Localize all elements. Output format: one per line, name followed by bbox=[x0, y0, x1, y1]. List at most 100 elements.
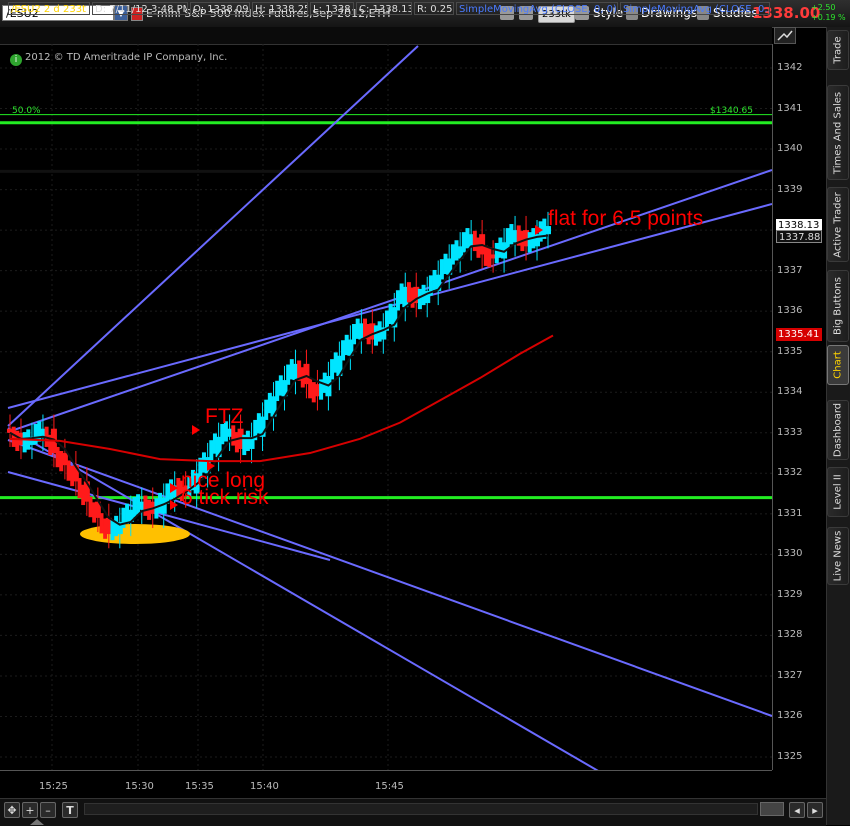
price-tick-label: 1330 bbox=[777, 548, 803, 560]
price-bar-down bbox=[11, 426, 16, 447]
scrollbar-thumb[interactable] bbox=[760, 802, 784, 816]
zoom-in-icon[interactable]: + bbox=[22, 802, 38, 818]
price-bar-up bbox=[264, 399, 269, 420]
info-low: L: 1338 bbox=[310, 2, 354, 15]
price-bar-up bbox=[461, 232, 466, 253]
price-bar-down bbox=[55, 446, 60, 468]
price-bar-down bbox=[406, 282, 411, 303]
price-tick-label: 1334 bbox=[777, 386, 803, 398]
price-tick-label: 1332 bbox=[777, 467, 803, 479]
ma-fast-price-label: 1337.88 bbox=[776, 230, 822, 243]
tab-chart[interactable]: Chart bbox=[827, 345, 849, 385]
expand-chart-button[interactable] bbox=[774, 27, 796, 44]
price-bar-down bbox=[143, 495, 148, 516]
annotation-tick-risk: 6 tick risk bbox=[181, 486, 269, 509]
copyright-notice: i 2012 © TD Ameritrade IP Company, Inc. bbox=[10, 52, 227, 66]
price-tick-label: 1331 bbox=[777, 507, 803, 519]
tab-label: Dashboard bbox=[832, 402, 844, 458]
tab-label: Trade bbox=[832, 36, 844, 64]
price-tick-label: 1340 bbox=[777, 143, 803, 155]
price-bar-up bbox=[33, 423, 38, 445]
price-bar-down bbox=[99, 513, 104, 534]
price-bar-up bbox=[439, 259, 444, 280]
price-bar-up bbox=[494, 242, 499, 264]
text-tool-icon[interactable]: T bbox=[62, 802, 78, 818]
price-tick-label: 1329 bbox=[777, 588, 803, 600]
price-bar-down bbox=[363, 318, 368, 339]
tab-label: Active Trader bbox=[832, 191, 844, 258]
tab-live-news[interactable]: Live News bbox=[827, 527, 849, 585]
price-bar-up bbox=[330, 359, 335, 380]
chart-grid bbox=[0, 44, 772, 770]
trendline bbox=[7, 439, 772, 717]
price-bar-up bbox=[165, 483, 170, 504]
scroll-left-icon[interactable]: ◂ bbox=[789, 802, 805, 818]
trendline bbox=[7, 427, 599, 770]
expand-panel-icon[interactable] bbox=[30, 819, 44, 825]
price-bar-up bbox=[341, 340, 346, 361]
scroll-right-icon[interactable]: ▸ bbox=[807, 802, 823, 818]
annotation-flat: flat for 6.5 points bbox=[548, 207, 704, 230]
price-bar-up bbox=[275, 380, 280, 402]
price-bar-up bbox=[505, 228, 510, 249]
time-tick-label: 15:45 bbox=[375, 781, 404, 792]
info-range: R: 0.25 bbox=[414, 2, 454, 15]
fib-level-label: 50.0% bbox=[12, 106, 41, 116]
price-tick-label: 1326 bbox=[777, 710, 803, 722]
tab-label: Times And Sales bbox=[832, 91, 844, 174]
price-tick-label: 1328 bbox=[777, 629, 803, 641]
study-sma-slow[interactable]: SimpleMovingAvg (CLOSE, 0... bbox=[620, 2, 770, 15]
info-high: H: 1338.25 bbox=[252, 2, 308, 15]
price-bar-up bbox=[527, 232, 532, 253]
price-bar-up bbox=[395, 290, 400, 311]
zoom-out-icon[interactable]: – bbox=[40, 802, 56, 818]
trendline bbox=[7, 45, 419, 427]
price-bar-down bbox=[472, 230, 477, 252]
ma-slow-line bbox=[9, 334, 554, 463]
price-bar-up bbox=[132, 496, 137, 518]
price-bar-down bbox=[308, 378, 313, 399]
info-icon: i bbox=[10, 54, 22, 66]
pan-icon[interactable]: ✥ bbox=[4, 802, 20, 818]
arrow-marker bbox=[192, 425, 200, 435]
copyright-text: 2012 © TD Ameritrade IP Company, Inc. bbox=[25, 52, 228, 63]
price-bar-up bbox=[352, 324, 357, 345]
price-bar-up bbox=[22, 432, 27, 453]
study-sma-fast[interactable]: SimpleMovingAvg (CLOSE, 0, 0) bbox=[456, 2, 618, 15]
info-close: C: 1338.13 bbox=[356, 2, 412, 15]
percent-change: +0.19 % bbox=[811, 13, 846, 22]
tab-level-ii[interactable]: Level II bbox=[827, 467, 849, 517]
price-tick-label: 1341 bbox=[777, 102, 803, 114]
price-tick-label: 1339 bbox=[777, 183, 803, 195]
chart-icon bbox=[777, 30, 793, 41]
horizontal-scrollbar[interactable] bbox=[84, 803, 758, 815]
tab-label: Big Buttons bbox=[832, 277, 844, 335]
price-tick-label: 1342 bbox=[777, 62, 803, 73]
tab-big-buttons[interactable]: Big Buttons bbox=[827, 270, 849, 342]
info-open: O: 1338.09 bbox=[190, 2, 250, 15]
fib-price-label: $1340.65 bbox=[710, 106, 753, 116]
info-period: /ESU2 2 d 233t bbox=[8, 2, 90, 15]
tab-active-trader[interactable]: Active Trader bbox=[827, 187, 849, 262]
price-bar-down bbox=[66, 460, 71, 481]
tab-times-and-sales[interactable]: Times And Sales bbox=[827, 85, 849, 180]
tab-label: Chart bbox=[832, 351, 844, 379]
ma-slow-price-label: 1335.41 bbox=[776, 328, 822, 341]
price-tick-label: 1325 bbox=[777, 751, 803, 762]
time-tick-label: 15:40 bbox=[250, 781, 279, 792]
price-bar-down bbox=[77, 478, 82, 499]
tab-trade[interactable]: Trade bbox=[827, 30, 849, 70]
price-bar-up bbox=[450, 244, 455, 265]
chart-info-bar bbox=[0, 27, 772, 45]
price-tick-label: 1335 bbox=[777, 345, 803, 357]
price-chart[interactable] bbox=[0, 44, 772, 770]
price-bar-up bbox=[110, 519, 115, 541]
highlight-oval bbox=[80, 524, 190, 544]
time-tick-label: 15:25 bbox=[39, 781, 68, 792]
tab-dashboard[interactable]: Dashboard bbox=[827, 400, 849, 460]
time-tick-label: 15:35 bbox=[185, 781, 214, 792]
trendlines bbox=[7, 45, 772, 770]
price-tick-label: 1327 bbox=[777, 669, 803, 681]
price-bar-down bbox=[88, 496, 93, 518]
price-bar-up bbox=[373, 325, 378, 346]
